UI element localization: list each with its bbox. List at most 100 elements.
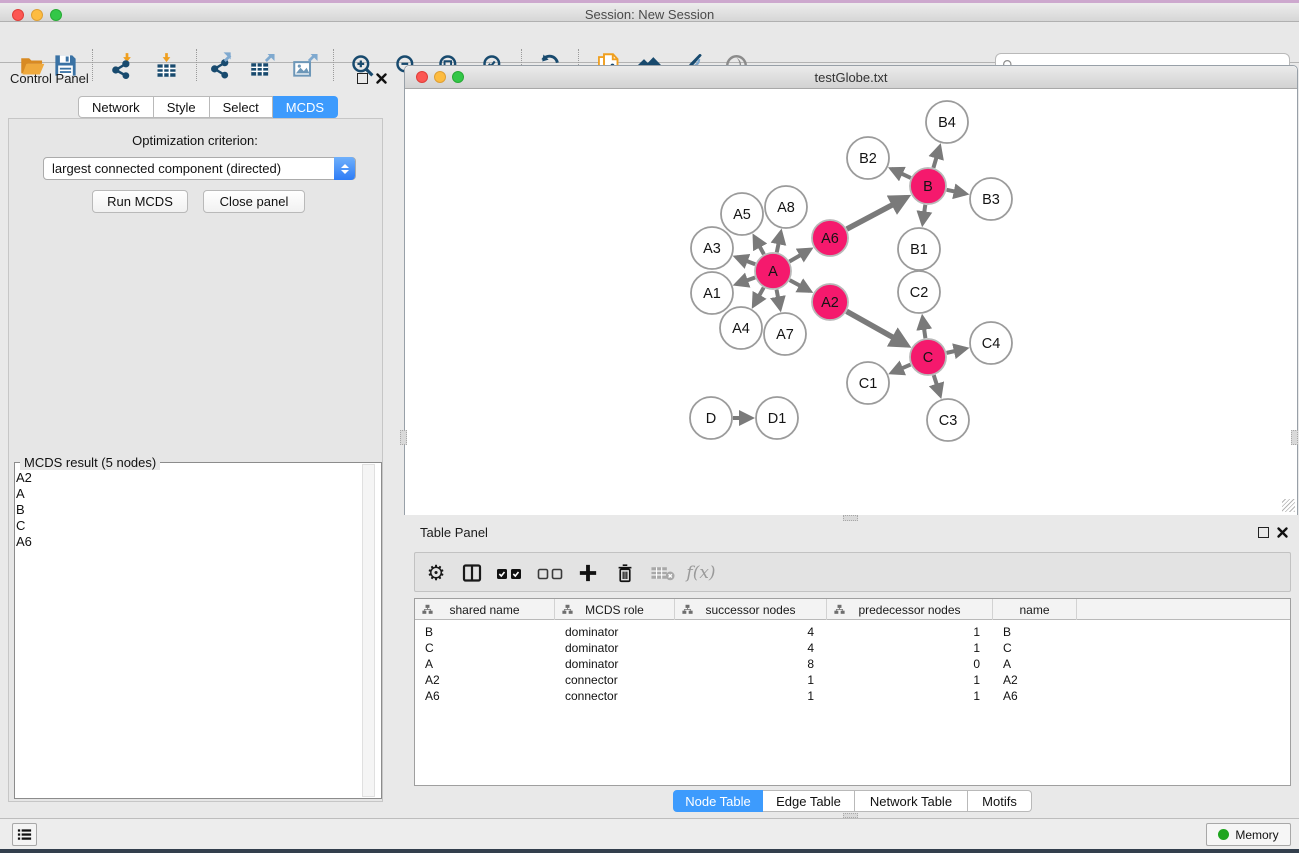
graph-node-A7[interactable]: A7 xyxy=(764,313,806,355)
graph-node-B4[interactable]: B4 xyxy=(926,101,968,143)
run-mcds-button[interactable]: Run MCDS xyxy=(92,190,188,213)
select-stepper-icon[interactable] xyxy=(334,157,355,180)
optimization-select[interactable]: largest connected component (directed) xyxy=(43,157,356,180)
cell-mcds-role[interactable]: dominator xyxy=(555,624,675,640)
edge-A-A8[interactable] xyxy=(777,232,781,252)
graph-node-A3[interactable]: A3 xyxy=(691,227,733,269)
table-row[interactable]: Bdominator41B xyxy=(415,624,1290,640)
column-header-shared-name[interactable]: shared name xyxy=(415,599,555,620)
result-item[interactable]: A xyxy=(16,486,32,502)
cell-successor-nodes[interactable]: 8 xyxy=(675,656,827,672)
control-panel-close-icon[interactable] xyxy=(375,72,388,85)
cell-name[interactable]: A6 xyxy=(993,688,1077,704)
edge-B-B4[interactable] xyxy=(933,147,939,168)
table-panel-float-icon[interactable] xyxy=(1258,527,1269,538)
cell-predecessor-nodes[interactable]: 1 xyxy=(827,640,993,656)
deselect-all-columns-icon[interactable] xyxy=(537,559,563,587)
mcds-result-scrollbar[interactable] xyxy=(362,464,375,797)
edge-B-B1[interactable] xyxy=(923,205,926,223)
graph-node-D1[interactable]: D1 xyxy=(756,397,798,439)
edge-A2-C[interactable] xyxy=(847,311,907,345)
cell-successor-nodes[interactable]: 1 xyxy=(675,688,827,704)
edge-A-A2[interactable] xyxy=(790,280,810,291)
cell-successor-nodes[interactable]: 4 xyxy=(675,624,827,640)
network-canvas[interactable]: B4B2BB3A8A5A6A3B1AA1C2A2A4A7C4CC1C3DD1 xyxy=(405,89,1297,515)
column-header-successor-nodes[interactable]: successor nodes xyxy=(675,599,827,620)
edge-C-C4[interactable] xyxy=(947,349,966,353)
edge-A-A3[interactable] xyxy=(736,257,755,264)
graph-node-A8[interactable]: A8 xyxy=(765,186,807,228)
graph-node-A5[interactable]: A5 xyxy=(721,193,763,235)
table-panel-close-icon[interactable] xyxy=(1276,526,1289,539)
cell-shared-name[interactable]: A2 xyxy=(415,672,555,688)
cell-mcds-role[interactable]: connector xyxy=(555,672,675,688)
cell-name[interactable]: C xyxy=(993,640,1077,656)
cell-shared-name[interactable]: C xyxy=(415,640,555,656)
cell-mcds-role[interactable]: dominator xyxy=(555,656,675,672)
cell-predecessor-nodes[interactable]: 1 xyxy=(827,688,993,704)
import-network-icon[interactable] xyxy=(107,50,137,80)
cell-name[interactable]: A xyxy=(993,656,1077,672)
cell-name[interactable]: A2 xyxy=(993,672,1077,688)
cell-name[interactable]: B xyxy=(993,624,1077,640)
edge-C-C3[interactable] xyxy=(934,375,940,395)
delete-column-trash-icon[interactable] xyxy=(614,559,636,587)
edge-A6-B[interactable] xyxy=(847,197,907,229)
graph-node-A2[interactable]: A2 xyxy=(812,284,848,320)
result-item[interactable]: C xyxy=(16,518,32,534)
graph-node-B3[interactable]: B3 xyxy=(970,178,1012,220)
splitter-grip[interactable] xyxy=(843,515,858,521)
graph-node-B1[interactable]: B1 xyxy=(898,228,940,270)
table-row[interactable]: A6connector11A6 xyxy=(415,688,1290,704)
export-image-icon[interactable] xyxy=(290,50,320,80)
delete-table-icon[interactable] xyxy=(651,559,676,587)
close-panel-button[interactable]: Close panel xyxy=(203,190,305,213)
cell-mcds-role[interactable]: dominator xyxy=(555,640,675,656)
cell-successor-nodes[interactable]: 1 xyxy=(675,672,827,688)
column-header-mcds-role[interactable]: MCDS role xyxy=(555,599,675,620)
tab-select[interactable]: Select xyxy=(210,96,273,118)
cell-shared-name[interactable]: B xyxy=(415,624,555,640)
result-item[interactable]: A6 xyxy=(16,534,32,550)
graph-node-C2[interactable]: C2 xyxy=(898,271,940,313)
cell-predecessor-nodes[interactable]: 0 xyxy=(827,656,993,672)
split-columns-icon[interactable] xyxy=(460,559,484,587)
table-settings-gear-icon[interactable]: ⚙ xyxy=(427,559,446,587)
tab-edge-table[interactable]: Edge Table xyxy=(763,790,855,812)
export-table-icon[interactable] xyxy=(247,50,277,80)
graph-node-B[interactable]: B xyxy=(910,168,946,204)
import-table-icon[interactable] xyxy=(151,50,181,80)
graph-node-A1[interactable]: A1 xyxy=(691,272,733,314)
select-all-columns-icon[interactable] xyxy=(496,559,522,587)
cell-predecessor-nodes[interactable]: 1 xyxy=(827,672,993,688)
splitter-grip[interactable] xyxy=(1291,430,1298,445)
result-item[interactable]: B xyxy=(16,502,32,518)
edge-A-A1[interactable] xyxy=(736,277,755,284)
table-row[interactable]: A2connector11A2 xyxy=(415,672,1290,688)
graph-node-C1[interactable]: C1 xyxy=(847,362,889,404)
memory-button[interactable]: Memory xyxy=(1206,823,1291,846)
graph-node-C[interactable]: C xyxy=(910,339,946,375)
edge-A-A6[interactable] xyxy=(789,250,810,262)
tab-mcds[interactable]: MCDS xyxy=(273,96,338,118)
cell-predecessor-nodes[interactable]: 1 xyxy=(827,624,993,640)
table-row[interactable]: Cdominator41C xyxy=(415,640,1290,656)
column-header-predecessor-nodes[interactable]: predecessor nodes xyxy=(827,599,993,620)
control-panel-float-icon[interactable] xyxy=(357,73,368,84)
export-network-icon[interactable] xyxy=(207,50,237,80)
task-history-button[interactable] xyxy=(12,823,37,846)
graph-node-C3[interactable]: C3 xyxy=(927,399,969,441)
graph-node-C4[interactable]: C4 xyxy=(970,322,1012,364)
edge-B-B3[interactable] xyxy=(947,190,966,194)
graph-node-A4[interactable]: A4 xyxy=(720,307,762,349)
network-window-titlebar[interactable]: testGlobe.txt xyxy=(405,66,1297,89)
tab-node-table[interactable]: Node Table xyxy=(673,790,763,812)
graph-node-D[interactable]: D xyxy=(690,397,732,439)
cell-successor-nodes[interactable]: 4 xyxy=(675,640,827,656)
tab-style[interactable]: Style xyxy=(154,96,210,118)
edge-B-B2[interactable] xyxy=(892,169,911,178)
tab-motifs[interactable]: Motifs xyxy=(968,790,1032,812)
splitter-grip[interactable] xyxy=(400,430,407,445)
cell-shared-name[interactable]: A6 xyxy=(415,688,555,704)
graph-node-A[interactable]: A xyxy=(755,253,791,289)
